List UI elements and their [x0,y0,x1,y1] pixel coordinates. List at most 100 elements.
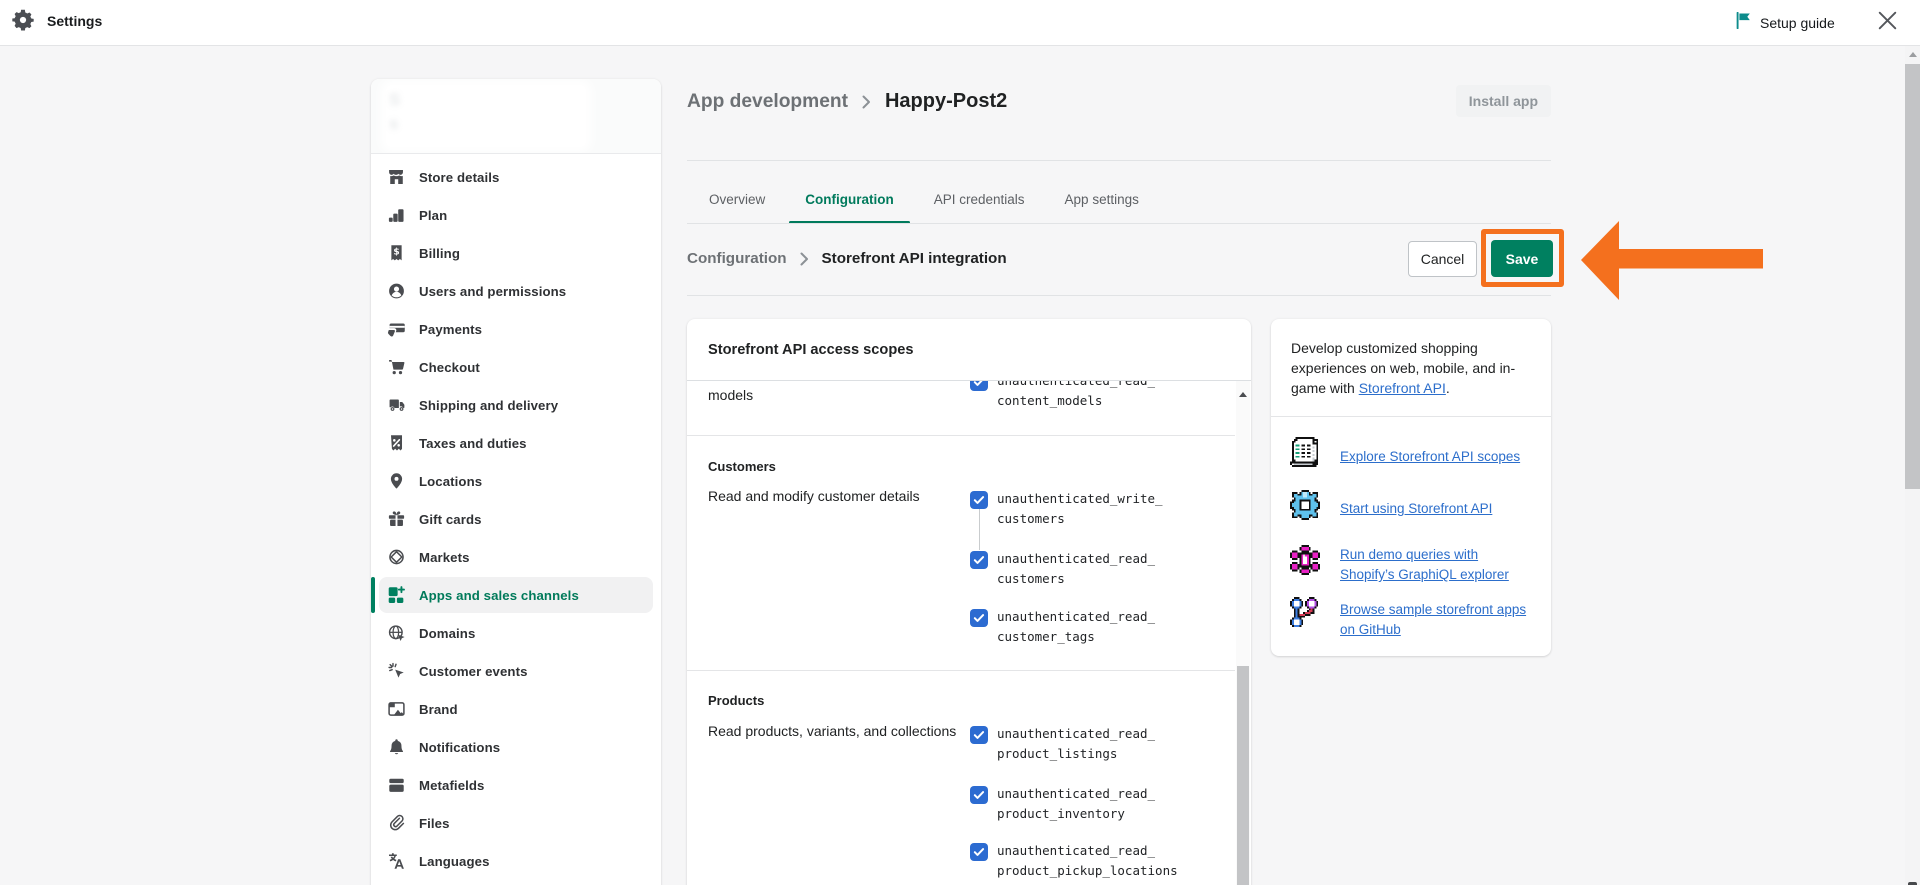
scope-name: unauthenticated_read_ customers [997,549,1155,591]
info-link[interactable]: Browse sample storefront apps on GitHub [1340,600,1540,640]
store-logo-blur-blob [386,85,586,147]
sidebar-item-label: Notifications [419,740,500,755]
gear-icon [11,8,35,32]
sidebar-item-label: Users and permissions [419,284,566,299]
checkbox-checked[interactable] [970,491,988,509]
subpage-title: Storefront API integration [822,250,1007,267]
sidebar-item-label: Taxes and duties [419,436,527,451]
scrollbar-thumb[interactable] [1237,666,1249,885]
save-button[interactable]: Save [1491,240,1553,277]
sidebar-item-plan[interactable]: Plan [379,197,653,233]
scope-connector-line [979,509,980,550]
top-bar: Settings Setup guide [0,0,1920,46]
sidebar-item-users-and-permissions[interactable]: Users and permissions [379,273,653,309]
sidebar-item-markets[interactable]: Markets [379,539,653,575]
app-tabs: OverviewConfiguration API credentials App … [693,180,1155,224]
locations-icon [387,472,406,491]
sidebar-item-label: Checkout [419,360,480,375]
chevron-right-icon [862,95,871,109]
settings-sidebar: Ss Store details Plan $Billing Users and pe… [371,79,661,885]
flag-icon [1735,12,1751,34]
scopes-scroll-area[interactable]: modelsunauthenticated_read_ content_mode… [687,380,1251,885]
info-link[interactable]: Explore Storefront API scopes [1340,447,1552,467]
scope-name: unauthenticated_write_ customers [997,489,1163,531]
checkbox-checked[interactable] [970,843,988,861]
close-icon[interactable] [1877,10,1898,31]
sidebar-item-locations[interactable]: Locations [379,463,653,499]
scope-group-label-partial: models [708,387,753,403]
sidebar-item-gift-cards[interactable]: Gift cards [379,501,653,537]
sidebar-item-customer-events[interactable]: Customer events [379,653,653,689]
events-icon [387,662,406,681]
sidebar-item-metafields[interactable]: Metafields [379,767,653,803]
info-link[interactable]: Start using Storefront API [1340,499,1552,519]
setup-guide-button[interactable]: Setup guide [1735,0,1835,45]
card-title: Storefront API access scopes [708,342,913,358]
markets-icon [387,548,406,567]
annotation-arrow [1580,220,1765,302]
checkbox-checked[interactable] [970,609,988,627]
sidebar-item-billing[interactable]: $Billing [379,235,653,271]
app-header-row: App development Happy-Post2 Install app [687,85,1551,117]
checkbox-checked[interactable] [970,380,988,391]
sidebar-item-brand[interactable]: Brand [379,691,653,727]
page-title: Settings [47,0,102,45]
sidebar-item-store-details[interactable]: Store details [379,159,653,195]
sidebar-item-label: Markets [419,550,470,565]
svg-text:$: $ [393,248,399,258]
divider [687,223,1551,224]
scrollbar-up-arrow-icon[interactable] [1239,392,1247,397]
sidebar-item-checkout[interactable]: Checkout [379,349,653,385]
tab-api-credentials[interactable]: API credentials [918,180,1041,224]
tab-label: App settings [1065,192,1139,207]
sidebar-item-label: Plan [419,208,447,223]
sidebar-item-languages[interactable]: Languages [379,843,653,879]
sidebar-item-notifications[interactable]: Notifications [379,729,653,765]
sidebar-item-files[interactable]: Files [379,805,653,841]
tab-label: API credentials [934,192,1025,207]
setup-guide-label: Setup guide [1760,15,1835,31]
scope-name: unauthenticated_read_ product_inventory [997,784,1155,826]
breadcrumb-configuration[interactable]: Configuration [687,250,787,267]
sidebar-item-taxes-and-duties[interactable]: Taxes and duties [379,425,653,461]
sidebar-item-domains[interactable]: Domains [379,615,653,651]
checkbox-checked[interactable] [970,786,988,804]
divider [687,435,1235,436]
selected-indicator-bar [371,577,375,613]
payments-icon [387,320,406,339]
scrollbar-up-arrow-icon[interactable] [1909,52,1917,57]
sidebar-item-apps-and-sales-channels[interactable]: Apps and sales channels [379,577,653,613]
storefront-api-link[interactable]: Storefront API [1359,380,1446,396]
store-icon [387,168,406,187]
install-app-button[interactable]: Install app [1456,85,1551,117]
taxes-icon [387,434,406,453]
sidebar-item-label: Customer events [419,664,528,679]
section-heading: Customers [708,459,776,474]
cancel-button[interactable]: Cancel [1408,241,1477,277]
scrollbar-thumb[interactable] [1905,64,1920,489]
sidebar-item-shipping-and-delivery[interactable]: Shipping and delivery [379,387,653,423]
sidebar-item-label: Brand [419,702,458,717]
divider [687,160,1551,161]
apps-icon [387,586,406,605]
annotation-arrow-shape [1581,221,1763,300]
brand-icon [387,700,406,719]
sidebar-item-payments[interactable]: Payments [379,311,653,347]
tab-configuration[interactable]: Configuration [789,180,909,224]
section-heading: Products [708,693,764,708]
tab-app-settings[interactable]: App settings [1049,180,1155,224]
section-description: Read products, variants, and collections [708,723,956,739]
checkbox-checked[interactable] [970,726,988,744]
store-logo-blur-letters: Ss [389,88,400,136]
users-icon [387,282,406,301]
page-scrollbar[interactable] [1905,46,1920,885]
breadcrumb-app-development[interactable]: App development [687,91,848,113]
files-icon [387,814,406,833]
scope-name: unauthenticated_read_ product_pickup_loc… [997,841,1178,883]
sidebar-item-label: Store details [419,170,499,185]
app-title: Happy-Post2 [885,90,1007,113]
card-scrollbar[interactable] [1236,381,1250,885]
checkbox-checked[interactable] [970,551,988,569]
tab-overview[interactable]: Overview [693,180,781,224]
info-link[interactable]: Run demo queries with Shopify’s GraphiQL… [1340,545,1530,585]
